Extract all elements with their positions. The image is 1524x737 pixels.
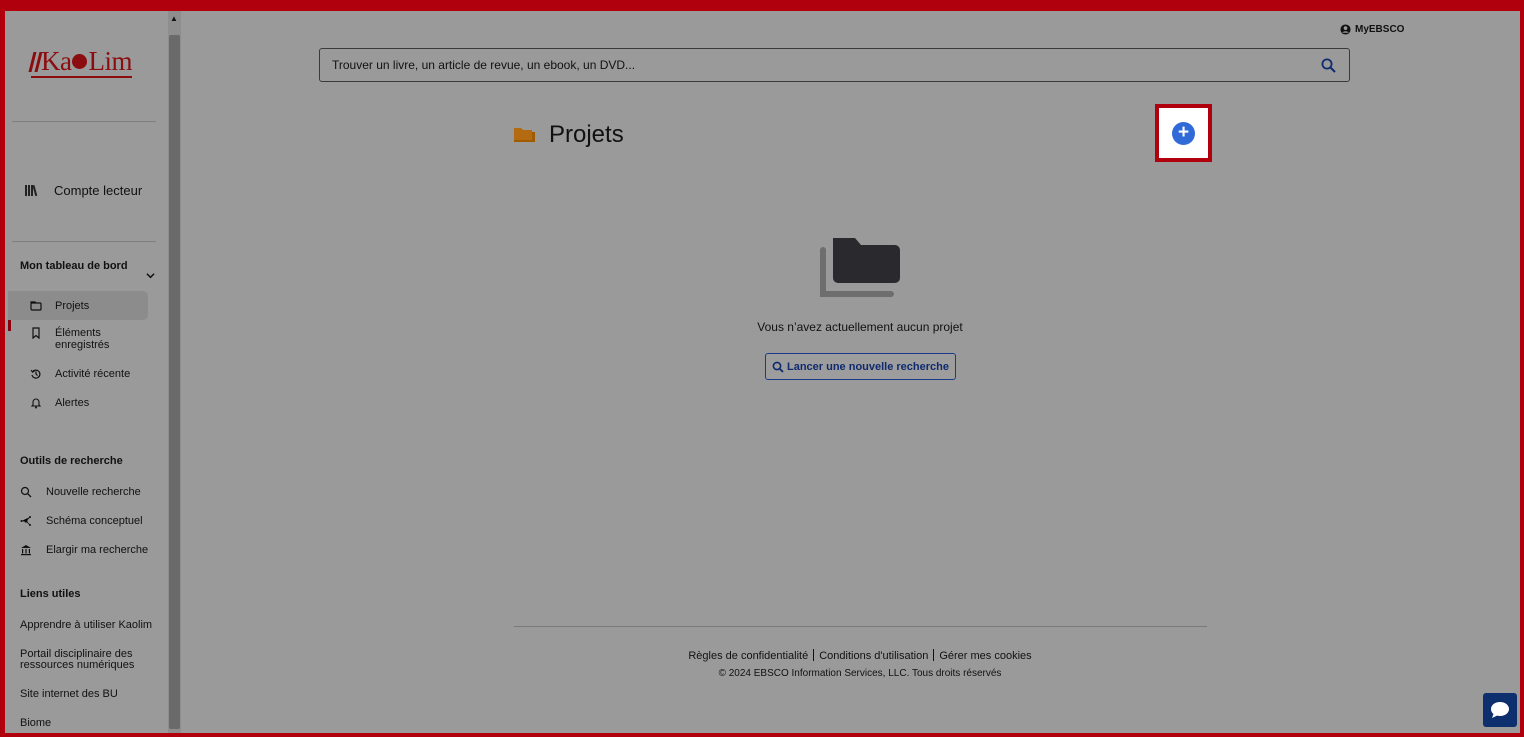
separator — [813, 649, 815, 661]
institution-icon — [21, 545, 31, 556]
copyright: © 2024 EBSCO Information Services, LLC. … — [718, 668, 1002, 679]
sidebar-item-label: Activité récente — [55, 368, 131, 380]
divider — [12, 121, 156, 122]
cookies-link[interactable]: Gérer mes cookies — [939, 650, 1031, 662]
footer-divider — [514, 626, 1207, 627]
sidebar-item-label: Alertes — [55, 397, 90, 409]
history-icon — [30, 369, 41, 379]
chevron-down-icon[interactable] — [146, 271, 155, 280]
tool-label: Elargir ma recherche — [46, 544, 149, 556]
sidebar-item-saved[interactable]: Éléments enregistrés — [8, 327, 148, 351]
footer-links: Règles de confidentialité Conditions d'ut… — [600, 649, 1120, 662]
folder-icon — [514, 128, 535, 142]
tool-broaden-search[interactable]: Elargir ma recherche — [20, 544, 148, 556]
concept-map-icon — [20, 516, 31, 526]
sidebar-item-projets[interactable]: Projets — [8, 291, 148, 320]
separator — [933, 649, 935, 661]
sidebar-scrollbar[interactable]: ▲ — [168, 11, 181, 733]
kaolim-logo[interactable]: Ka Lim — [28, 47, 132, 78]
chat-bubble-icon — [1491, 702, 1509, 718]
account-link[interactable]: Compte lecteur — [25, 183, 142, 198]
terms-link[interactable]: Conditions d'utilisation — [819, 650, 928, 662]
sidebar-item-label: Éléments enregistrés — [55, 327, 110, 351]
page-title: Projets — [514, 121, 624, 149]
myebsco-link[interactable]: MyEBSCO — [1340, 24, 1404, 35]
search-icon — [772, 361, 784, 373]
user-circle-icon — [1340, 24, 1351, 35]
privacy-link[interactable]: Règles de confidentialité — [688, 650, 808, 662]
search-input[interactable] — [332, 58, 1292, 72]
search-bar — [319, 48, 1350, 82]
scrollbar-thumb[interactable] — [169, 35, 180, 729]
tool-label: Nouvelle recherche — [46, 486, 141, 498]
globe-logo-icon — [72, 54, 88, 69]
tool-concept-map[interactable]: Schéma conceptuel — [20, 515, 143, 527]
tool-label: Schéma conceptuel — [46, 515, 143, 527]
account-label: Compte lecteur — [54, 183, 143, 198]
bell-icon — [30, 398, 42, 409]
library-books-icon — [25, 184, 38, 197]
sidebar: Ka Lim Compte lecteur Mon tableau de bord… — [5, 11, 168, 733]
search-icon[interactable] — [1321, 58, 1336, 73]
bookmark-icon — [32, 327, 40, 339]
sidebar-item-alerts[interactable]: Alertes — [8, 397, 148, 409]
myebsco-label: MyEBSCO — [1355, 24, 1405, 35]
add-project-highlight: + — [1155, 104, 1212, 162]
books-logo-icon — [28, 52, 43, 72]
chat-button[interactable] — [1483, 693, 1517, 727]
link-learn-kaolim[interactable]: Apprendre à utiliser Kaolim — [20, 620, 152, 631]
empty-folder-icon — [820, 238, 900, 297]
page-title-text: Projets — [549, 121, 624, 148]
link-biome[interactable]: Biome — [20, 718, 51, 729]
dashboard-section-title: Mon tableau de bord — [20, 260, 128, 272]
sidebar-item-label: Projets — [55, 299, 90, 312]
links-section-title: Liens utiles — [20, 588, 81, 600]
link-portal[interactable]: Portail disciplinaire des ressources num… — [20, 649, 145, 671]
link-bu-website[interactable]: Site internet des BU — [20, 689, 118, 700]
scroll-up-arrow-icon[interactable]: ▲ — [170, 14, 178, 23]
projects-icon — [30, 300, 42, 311]
launch-button-label: Lancer une nouvelle recherche — [786, 360, 949, 373]
search-icon — [20, 486, 32, 498]
tools-section-title: Outils de recherche — [20, 455, 123, 467]
add-project-button[interactable]: + — [1172, 121, 1195, 145]
divider — [12, 241, 156, 242]
empty-state-message: Vous n’avez actuellement aucun projet — [757, 320, 963, 334]
tool-new-search[interactable]: Nouvelle recherche — [20, 486, 141, 498]
sidebar-item-recent-activity[interactable]: Activité récente — [8, 368, 148, 380]
launch-new-search-button[interactable]: Lancer une nouvelle recherche — [765, 353, 956, 380]
